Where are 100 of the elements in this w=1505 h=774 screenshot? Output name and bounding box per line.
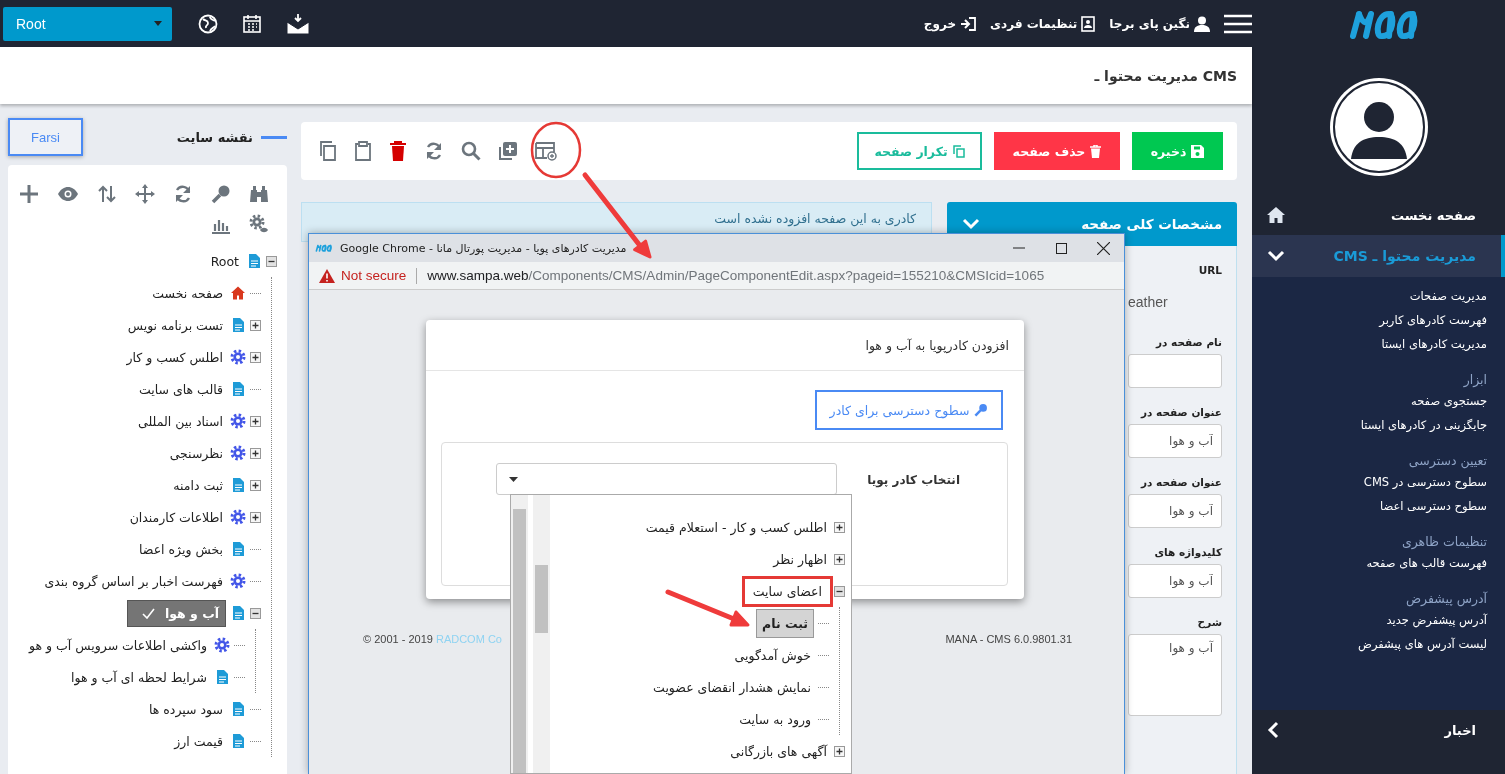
user-icon bbox=[1194, 15, 1210, 32]
dropdown-option[interactable]: خوش آمدگویی bbox=[731, 645, 814, 665]
tree-item[interactable]: اسناد بین المللی bbox=[135, 411, 226, 431]
expand-toggle[interactable] bbox=[250, 511, 261, 523]
tree-item[interactable]: ثبت دامنه bbox=[170, 475, 226, 495]
trash-icon[interactable] bbox=[389, 141, 407, 161]
caret-icon bbox=[154, 21, 162, 26]
clipboard-icon[interactable] bbox=[354, 141, 372, 161]
eye-icon[interactable] bbox=[57, 184, 79, 204]
expand-toggle[interactable] bbox=[250, 351, 261, 363]
security-label[interactable]: Not secure bbox=[341, 268, 407, 283]
menu-group-heading: آدرس پیشفرض bbox=[1405, 591, 1487, 606]
settings-link[interactable]: تنظیمات فردی bbox=[990, 16, 1078, 31]
tree-item[interactable]: صفحه نخست bbox=[149, 283, 226, 303]
dropdown-option[interactable]: ثبت نام bbox=[756, 608, 814, 638]
dropdown-option[interactable]: نمایش هشدار انقضای عضویت bbox=[650, 677, 814, 697]
close-icon[interactable] bbox=[1096, 241, 1110, 255]
key-icon[interactable] bbox=[211, 184, 231, 204]
tree-item[interactable]: شرایط لحظه ای آب و هوا bbox=[68, 667, 210, 687]
logout-link[interactable]: خروج bbox=[923, 16, 957, 31]
tree-item[interactable]: اطلس کسب و کار bbox=[123, 347, 226, 367]
binoculars-icon[interactable] bbox=[249, 184, 269, 204]
dropdown-option[interactable]: اعضای سایت bbox=[744, 578, 830, 604]
add-layer-icon[interactable] bbox=[498, 141, 518, 161]
expand-toggle[interactable] bbox=[834, 585, 845, 597]
refresh-icon[interactable] bbox=[424, 141, 444, 161]
tree-item[interactable]: بخش ویژه اعضا bbox=[136, 539, 226, 559]
search-icon[interactable] bbox=[461, 141, 481, 161]
gear-icon bbox=[230, 509, 246, 525]
submenu-item[interactable]: مدیریت کادرهای ایستا bbox=[1381, 332, 1487, 356]
submenu-item[interactable]: فهرست کادرهای کاربر bbox=[1379, 308, 1487, 332]
input-field[interactable]: آب و هوا bbox=[1128, 494, 1222, 528]
delete-button[interactable]: حذف صفحه bbox=[994, 132, 1120, 170]
expand-toggle[interactable] bbox=[250, 415, 261, 427]
dropdown-option[interactable]: اظهار نظر bbox=[770, 549, 830, 569]
submenu-item[interactable]: لیست آدرس های پیشفرض bbox=[1358, 632, 1487, 656]
text-area[interactable]: آب و هوا bbox=[1128, 634, 1222, 716]
expand-toggle[interactable] bbox=[834, 745, 845, 757]
tree-item[interactable]: آب و هوا bbox=[126, 599, 226, 627]
dropdown-option[interactable]: اطلس کسب و کار - استعلام قیمت bbox=[642, 517, 830, 537]
tree-item[interactable]: تست برنامه نویس bbox=[124, 315, 226, 335]
sidebar-menu-item[interactable]: اخبار bbox=[1252, 710, 1505, 750]
input-field[interactable] bbox=[1128, 354, 1222, 388]
expand-toggle[interactable] bbox=[834, 553, 845, 565]
submenu-item[interactable]: سطوح دسترسی اعضا bbox=[1379, 494, 1487, 518]
tree-item[interactable]: Root bbox=[207, 251, 242, 271]
calendar-icon[interactable] bbox=[242, 13, 262, 34]
user-name[interactable]: نگین پای برجا bbox=[1109, 16, 1190, 31]
gear-icon bbox=[230, 445, 246, 461]
expand-toggle[interactable] bbox=[250, 447, 261, 459]
scrollbar[interactable] bbox=[511, 495, 528, 773]
submenu-item[interactable]: آدرس پیشفرض جدید bbox=[1386, 608, 1487, 632]
add-panel-icon[interactable] bbox=[535, 141, 557, 161]
tree-item[interactable]: اطلاعات کارمندان bbox=[126, 507, 226, 527]
expand-toggle[interactable] bbox=[250, 607, 261, 619]
menu-icon[interactable] bbox=[1224, 13, 1252, 34]
expand-toggle[interactable] bbox=[834, 521, 845, 533]
submenu-item[interactable]: جایگزینی در کادرهای ایستا bbox=[1360, 413, 1487, 437]
submenu-item[interactable]: فهرست قالب های صفحه bbox=[1366, 551, 1487, 575]
expand-toggle[interactable] bbox=[250, 319, 261, 331]
refresh-icon[interactable] bbox=[173, 184, 193, 204]
maximize-icon[interactable] bbox=[1055, 242, 1067, 254]
expand-toggle[interactable] bbox=[250, 479, 261, 491]
expand-toggle[interactable] bbox=[266, 255, 277, 267]
gear-eye-icon[interactable] bbox=[249, 214, 269, 234]
tree-item[interactable]: واکشی اطلاعات سرویس آب و هو bbox=[26, 635, 210, 655]
field-label: کلیدواژه های bbox=[1154, 546, 1222, 558]
sidebar-menu-item[interactable]: مدیریت محتوا ـ CMS bbox=[1252, 235, 1505, 277]
submenu-item[interactable]: مدیریت صفحات bbox=[1409, 284, 1487, 308]
page-icon bbox=[230, 317, 246, 333]
gear-icon bbox=[230, 413, 246, 429]
chevron-down-icon bbox=[1267, 250, 1285, 262]
dropdown-list[interactable]: اطلس کسب و کار - استعلام قیمت اظهار نظر اعضای سایت ثبت نام خوش آمدگویی نمایش هشدار انقضای عضویت ورود به سایت آگهی های بازرگانی bbox=[510, 494, 852, 774]
scrollbar[interactable] bbox=[533, 495, 550, 773]
copy-icon[interactable] bbox=[319, 141, 337, 161]
sidebar-menu-item[interactable]: صفحه نخست bbox=[1252, 195, 1505, 235]
url-text[interactable]: www.sampa.web/Components/CMS/Admin/PageComponentEdit.aspx?pageid=155210&CMSIcid=1065 bbox=[427, 268, 1045, 283]
mail-icon[interactable] bbox=[286, 12, 310, 35]
dropdown-option[interactable]: آگهی های بازرگانی bbox=[727, 741, 830, 761]
page-icon bbox=[246, 253, 262, 269]
input-field[interactable]: آب و هوا bbox=[1128, 424, 1222, 458]
copy-icon bbox=[952, 144, 965, 158]
chevron-down-icon[interactable] bbox=[962, 218, 980, 230]
move-icon[interactable] bbox=[135, 184, 155, 204]
field-value: eather bbox=[1128, 294, 1168, 310]
chevron-left-icon bbox=[1267, 721, 1279, 739]
tree-item[interactable]: نظرسنجی bbox=[166, 443, 226, 463]
dropdown-option[interactable]: ورود به سایت bbox=[736, 709, 814, 729]
tree-item[interactable]: فهرست اخبار بر اساس گروه بندی bbox=[41, 571, 226, 591]
plus-icon[interactable] bbox=[19, 184, 39, 204]
gear-icon bbox=[230, 349, 246, 365]
tree-item[interactable]: قالب های سایت bbox=[135, 379, 226, 399]
field-label: نام صفحه در bbox=[1156, 336, 1222, 348]
tree-item[interactable]: قیمت ارز bbox=[171, 731, 226, 751]
submenu-item[interactable]: جستجوی صفحه bbox=[1410, 389, 1487, 413]
sort-icon[interactable] bbox=[97, 184, 117, 204]
tree-item[interactable]: سود سپرده ها bbox=[145, 699, 226, 719]
globe-icon[interactable] bbox=[198, 13, 218, 34]
input-field[interactable]: آب و هوا bbox=[1128, 564, 1222, 598]
submenu-item[interactable]: سطوح دسترسی در CMS bbox=[1363, 470, 1487, 494]
